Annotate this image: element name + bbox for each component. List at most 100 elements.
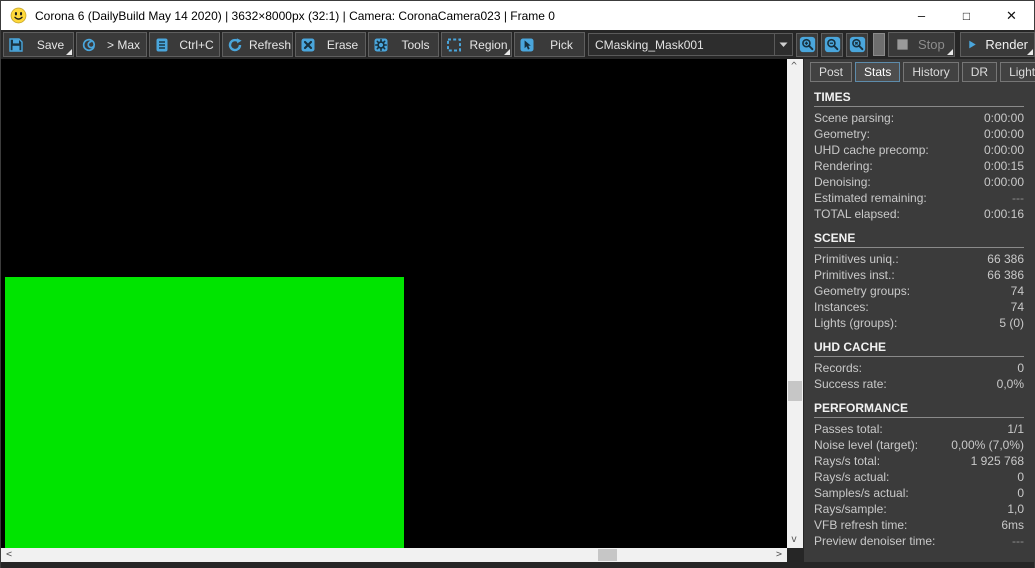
scene-rows: Primitives uniq.: 66 386 Primitives inst…	[814, 251, 1024, 331]
scroll-up-icon[interactable]: ^	[791, 62, 797, 72]
tab-post[interactable]: Post	[810, 62, 853, 82]
corona-vfb-window: Corona 6 (DailyBuild May 14 2020) | 3632…	[0, 0, 1035, 568]
stat-value: 0,00% (7,0%)	[951, 438, 1024, 452]
stat-value: ---	[1012, 191, 1024, 205]
times-section: TIMES Scene parsing: 0:00:00 Geometry: 0…	[814, 90, 1024, 222]
dropdown-arrow-icon	[774, 34, 792, 55]
stats-panel: Post Stats History DR LightMix TIMES Sce…	[803, 59, 1035, 562]
minimize-button[interactable]: –	[899, 1, 944, 30]
vertical-scrollbar-thumb[interactable]	[788, 381, 802, 401]
save-label: Save	[36, 37, 65, 52]
window-controls: – □ ✕	[899, 1, 1034, 30]
stat-row: Preview denoiser time: ---	[814, 533, 1024, 549]
horizontal-scrollbar-thumb[interactable]	[598, 549, 617, 561]
panel-tabs: Post Stats History DR LightMix	[804, 59, 1035, 82]
render-button[interactable]: Render	[960, 32, 1035, 57]
stat-label: Rays/s actual:	[814, 470, 890, 484]
zoom-reset-button[interactable]	[846, 32, 868, 57]
mask-dropdown[interactable]: CMasking_Mask001	[588, 33, 793, 56]
stat-label: Samples/s actual:	[814, 486, 909, 500]
tools-gear-icon	[374, 38, 388, 51]
stat-row: Denoising: 0:00:00	[814, 174, 1024, 190]
to-max-button[interactable]: > Max	[76, 32, 147, 57]
pick-hand-icon	[520, 38, 534, 51]
zoom-in-button[interactable]	[796, 32, 818, 57]
refresh-icon	[228, 37, 242, 51]
stat-row: Primitives uniq.: 66 386	[814, 251, 1024, 267]
scene-section: SCENE Primitives uniq.: 66 386 Primitive…	[814, 231, 1024, 331]
stat-label: Instances:	[814, 300, 869, 314]
vertical-scrollbar[interactable]: ^ v	[787, 59, 803, 548]
erase-label: Erase	[326, 37, 359, 52]
stat-value: 74	[1010, 300, 1024, 314]
mask-render-region	[5, 277, 404, 548]
maximize-button[interactable]: □	[944, 1, 989, 30]
section-title: TIMES	[814, 90, 1024, 107]
times-rows: Scene parsing: 0:00:00 Geometry: 0:00:00…	[814, 110, 1024, 222]
stat-value: 0,0%	[996, 377, 1024, 391]
stat-row: Geometry: 0:00:00	[814, 126, 1024, 142]
horizontal-scrollbar[interactable]: < >	[1, 548, 787, 562]
stat-label: Geometry groups:	[814, 284, 911, 298]
zoom-in-icon	[799, 36, 815, 53]
close-button[interactable]: ✕	[989, 1, 1034, 30]
stat-label: Scene parsing:	[814, 111, 895, 125]
stat-value: 0:00:16	[983, 207, 1024, 221]
to-max-label: > Max	[106, 37, 140, 52]
refresh-button[interactable]: Refresh	[222, 32, 293, 57]
stat-value: 0	[1017, 470, 1024, 484]
save-floppy-icon	[9, 37, 23, 52]
stat-value: 0:00:00	[983, 143, 1024, 157]
stat-label: Noise level (target):	[814, 438, 919, 452]
tab-history[interactable]: History	[903, 62, 959, 82]
tab-stats[interactable]: Stats	[855, 62, 901, 82]
stat-value: 0	[1017, 486, 1024, 500]
tab-dr[interactable]: DR	[961, 62, 998, 82]
stat-label: Denoising:	[814, 175, 871, 189]
performance-rows: Passes total: 1/1 Noise level (target): …	[814, 421, 1024, 549]
stat-value: 1,0	[1007, 502, 1024, 516]
erase-button[interactable]: Erase	[295, 32, 366, 57]
stat-value: 1 925 768	[970, 454, 1024, 468]
zoom-out-icon	[824, 36, 840, 53]
stats-body: TIMES Scene parsing: 0:00:00 Geometry: 0…	[804, 82, 1035, 549]
mask-dropdown-value: CMasking_Mask001	[595, 37, 704, 52]
pick-button[interactable]: Pick	[514, 32, 585, 57]
stop-label: Stop	[918, 37, 945, 52]
section-title: PERFORMANCE	[814, 401, 1024, 418]
stat-label: Primitives inst.:	[814, 268, 895, 282]
section-title: UHD CACHE	[814, 340, 1024, 357]
stat-row: Samples/s actual: 0	[814, 485, 1024, 501]
region-button[interactable]: Region	[441, 32, 512, 57]
stat-value: 0:00:00	[983, 111, 1024, 125]
save-button[interactable]: Save	[3, 32, 74, 57]
stat-row: Rendering: 0:00:15	[814, 158, 1024, 174]
stat-label: Success rate:	[814, 377, 887, 391]
stat-value: 0:00:00	[983, 127, 1024, 141]
tab-lightmix[interactable]: LightMix	[1000, 62, 1035, 82]
copy-button[interactable]: Ctrl+C	[149, 32, 220, 57]
stat-value: 0:00:00	[983, 175, 1024, 189]
stat-label: Preview denoiser time:	[814, 534, 936, 548]
uhd-cache-section: UHD CACHE Records: 0 Success rate: 0,0%	[814, 340, 1024, 392]
erase-x-icon	[301, 38, 315, 51]
scroll-down-icon[interactable]: v	[791, 535, 797, 545]
render-play-icon	[969, 40, 976, 49]
stat-label: Records:	[814, 361, 863, 375]
render-viewport[interactable]	[1, 59, 787, 548]
stat-label: Estimated remaining:	[814, 191, 927, 205]
zoom-out-button[interactable]	[821, 32, 843, 57]
smiley-app-icon	[10, 7, 27, 24]
tools-button[interactable]: Tools	[368, 32, 439, 57]
stat-row: UHD cache precomp: 0:00:00	[814, 142, 1024, 158]
stop-button[interactable]: Stop	[888, 32, 955, 57]
stat-row: VFB refresh time: 6ms	[814, 517, 1024, 533]
corona-swirl-icon	[82, 38, 96, 51]
scroll-right-icon[interactable]: >	[776, 550, 782, 560]
section-title: SCENE	[814, 231, 1024, 248]
tools-label: Tools	[401, 37, 430, 52]
stat-value: 0:00:15	[983, 159, 1024, 173]
stat-row: Noise level (target): 0,00% (7,0%)	[814, 437, 1024, 453]
stat-row: Estimated remaining: ---	[814, 190, 1024, 206]
scroll-left-icon[interactable]: <	[6, 550, 12, 560]
